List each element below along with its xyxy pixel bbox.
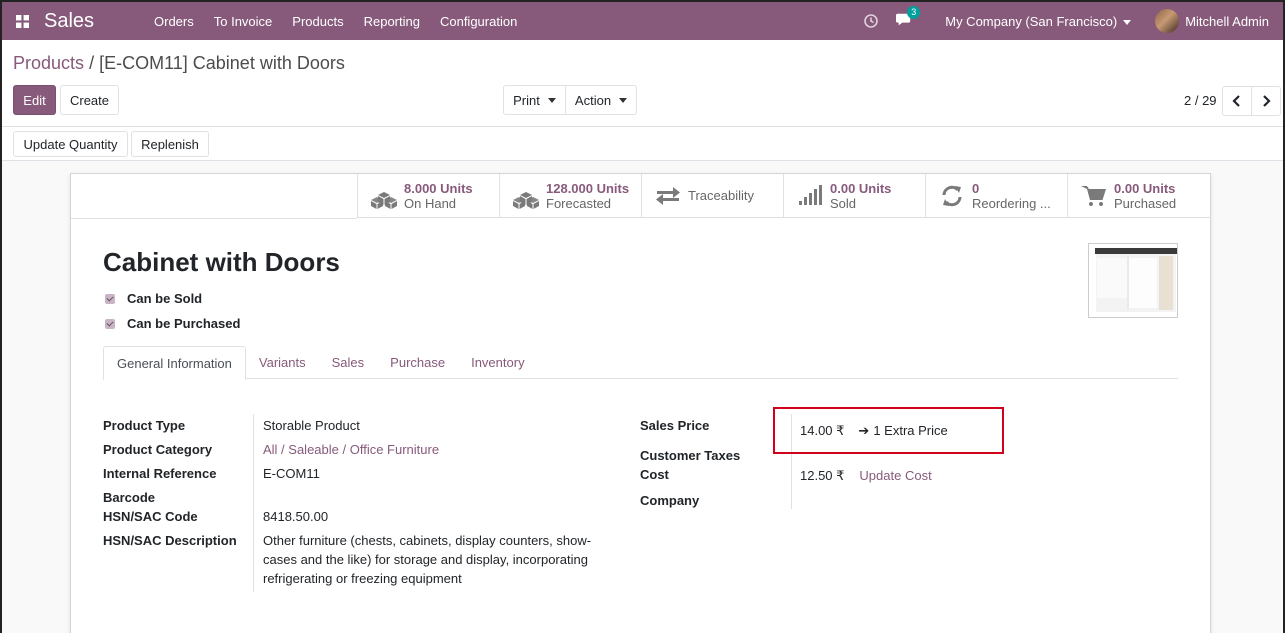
pager-previous-button[interactable] [1222, 86, 1252, 116]
cost-label: Cost [640, 467, 669, 482]
update-quantity-button[interactable]: Update Quantity [13, 131, 128, 157]
chevron-down-icon [547, 97, 556, 103]
hsn-code-label: HSN/SAC Code [103, 509, 198, 524]
breadcrumb-separator: / [89, 53, 95, 73]
chevron-left-icon [1232, 95, 1240, 107]
breadcrumb: Products / [E-COM11] Cabinet with Doors [13, 53, 345, 74]
on-hand-value: 8.000 Units [404, 180, 473, 196]
tab-sales[interactable]: Sales [319, 346, 378, 379]
purchased-smart-button[interactable]: 0.00 Units Purchased [1067, 174, 1209, 217]
user-name[interactable]: Mitchell Admin [1185, 14, 1269, 29]
tab-inventory[interactable]: Inventory [458, 346, 537, 379]
on-hand-smart-button[interactable]: 8.000 Units On Hand [357, 174, 499, 217]
on-hand-label: On Hand [404, 195, 457, 211]
cost-field[interactable]: 12.50 ₹ Update Cost [800, 468, 932, 484]
product-type-label: Product Type [103, 418, 186, 433]
cost-value: 12.50 ₹ [800, 468, 845, 483]
can-be-sold-label: Can be Sold [127, 291, 203, 306]
left-group-separator [253, 414, 254, 592]
form-sheet: 8.000 Units On Hand 128.000 Units Forecast… [70, 173, 1211, 633]
highlight-annotation-box [773, 407, 1004, 454]
reordering-smart-button[interactable]: 0 Reordering ... [925, 174, 1067, 217]
action-dropdown[interactable]: Action [565, 85, 637, 115]
activity-clock-icon[interactable] [863, 13, 879, 29]
can-be-purchased-checkbox[interactable] [105, 318, 115, 329]
internal-reference-label: Internal Reference [103, 466, 217, 481]
tab-variants[interactable]: Variants [246, 346, 319, 379]
can-be-sold-row: Can be Sold [105, 291, 202, 306]
company-label: Company [640, 493, 700, 508]
can-be-sold-checkbox[interactable] [105, 293, 115, 304]
product-type-field[interactable]: Storable Product [263, 418, 360, 433]
company-name: My Company (San Francisco) [945, 13, 1118, 29]
update-cost-link[interactable]: Update Cost [859, 468, 931, 483]
hsn-code-field[interactable]: 8418.50.00 [263, 509, 328, 524]
tab-general-information[interactable]: General Information [103, 346, 246, 380]
button-box-divider [71, 218, 357, 219]
reordering-value: 0 [972, 180, 980, 196]
traceability-smart-button[interactable]: Traceability [641, 174, 783, 217]
traceability-label: Traceability [688, 188, 754, 203]
apps-menu-icon[interactable] [2, 2, 42, 40]
hsn-description-label: HSN/SAC Description [103, 533, 237, 548]
cabinet-image [1095, 248, 1177, 312]
menu-orders[interactable]: Orders [154, 14, 194, 29]
sales-price-label: Sales Price [640, 418, 710, 433]
cubes-icon [513, 191, 539, 209]
messages-icon[interactable]: 3 [895, 6, 921, 30]
cart-icon [1081, 185, 1106, 206]
create-button[interactable]: Create [60, 85, 119, 115]
forecasted-label: Forecasted [546, 195, 612, 211]
menu-reporting[interactable]: Reporting [364, 14, 420, 29]
product-image[interactable] [1088, 243, 1178, 318]
chevron-down-icon [619, 97, 628, 103]
action-label: Action [574, 92, 612, 108]
breadcrumb-products-link[interactable]: Products [13, 53, 84, 73]
refresh-icon [942, 185, 962, 206]
signal-icon [799, 184, 822, 205]
pager-value[interactable]: 2 / 29 [1184, 93, 1217, 108]
purchased-value: 0.00 Units [1114, 180, 1176, 196]
print-dropdown[interactable]: Print [503, 85, 566, 115]
sold-label: Sold [830, 195, 857, 211]
cubes-icon [371, 191, 397, 209]
forecasted-smart-button[interactable]: 128.000 Units Forecasted [499, 174, 641, 217]
can-be-purchased-label: Can be Purchased [127, 316, 241, 331]
edit-button[interactable]: Edit [13, 85, 56, 115]
replenish-button[interactable]: Replenish [131, 131, 209, 157]
user-avatar[interactable] [1155, 9, 1180, 33]
sold-smart-button[interactable]: 0.00 Units Sold [783, 174, 925, 217]
breadcrumb-current: [E-COM11] Cabinet with Doors [99, 53, 345, 73]
menu-to-invoice[interactable]: To Invoice [214, 14, 273, 29]
forecasted-value: 128.000 Units [546, 180, 630, 196]
barcode-label: Barcode [103, 490, 156, 505]
smart-button-box: 8.000 Units On Hand 128.000 Units Forecast… [357, 174, 1211, 218]
internal-reference-field[interactable]: E-COM11 [263, 466, 320, 481]
pager-next-button[interactable] [1251, 86, 1281, 116]
chevron-right-icon [1263, 95, 1271, 107]
hsn-description-field[interactable]: Other furniture (chests, cabinets, displ… [263, 531, 603, 588]
messages-count-badge: 3 [907, 6, 921, 19]
customer-taxes-label: Customer Taxes [640, 448, 741, 463]
control-panel-divider [2, 126, 1283, 127]
reordering-label: Reordering ... [972, 195, 1051, 211]
chevron-down-icon [1123, 19, 1132, 25]
exchange-icon [656, 186, 680, 205]
company-switcher[interactable]: My Company (San Francisco) [945, 13, 1132, 29]
product-category-link[interactable]: All / Saleable / Office Furniture [263, 442, 439, 457]
product-category-label: Product Category [103, 442, 213, 457]
purchased-label: Purchased [1114, 195, 1177, 211]
top-navbar: Sales Orders To Invoice Products Reporti… [2, 2, 1283, 40]
product-title: Cabinet with Doors [103, 247, 340, 277]
app-name[interactable]: Sales [44, 10, 154, 33]
notebook-tabs: General Information Variants Sales Purch… [103, 346, 1178, 380]
tab-purchase[interactable]: Purchase [377, 346, 458, 379]
sold-value: 0.00 Units [830, 180, 892, 196]
print-label: Print [513, 92, 540, 108]
menu-configuration[interactable]: Configuration [440, 14, 517, 29]
can-be-purchased-row: Can be Purchased [105, 316, 240, 331]
menu-products[interactable]: Products [292, 14, 343, 29]
